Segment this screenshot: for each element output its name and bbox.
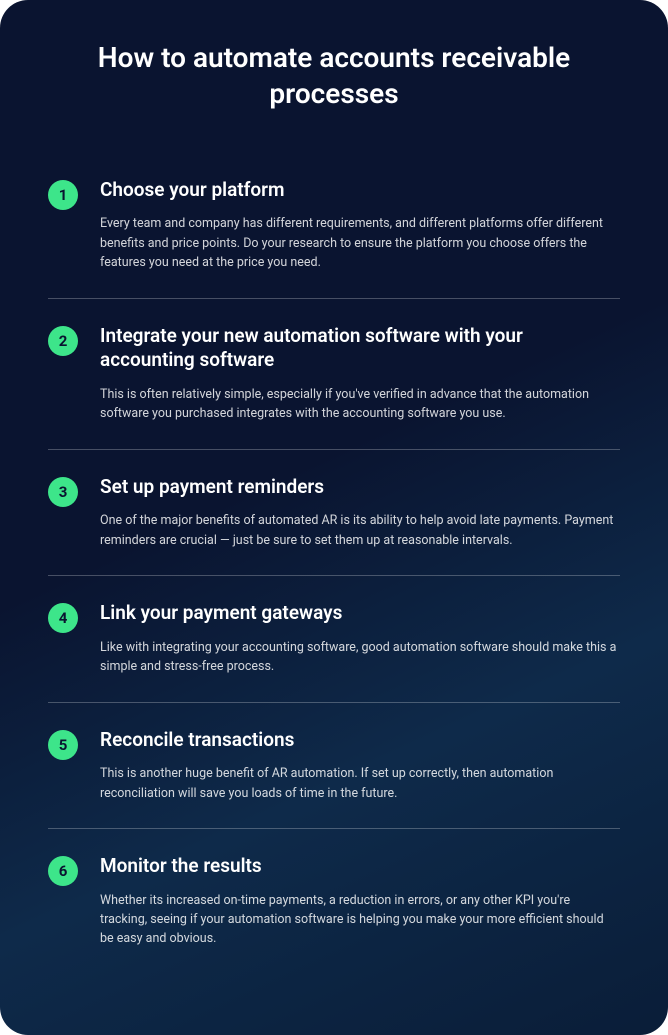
step-description: This is another huge benefit of AR autom… [100,764,620,803]
step-description: Whether its increased on-time payments, … [100,891,620,949]
step-title: Reconcile transactions [100,728,620,753]
step-title: Choose your platform [100,178,620,203]
step-description: This is often relatively simple, especia… [100,385,620,424]
step-item: 3 Set up payment reminders One of the ma… [48,450,620,576]
step-description: Like with integrating your accounting so… [100,638,620,677]
infographic-card: How to automate accounts receivable proc… [0,0,668,1035]
step-content: Reconcile transactions This is another h… [100,728,620,803]
step-content: Integrate your new automation software w… [100,324,620,424]
step-description: One of the major benefits of automated A… [100,511,620,550]
step-number-badge: 2 [48,326,78,356]
page-title: How to automate accounts receivable proc… [48,40,620,113]
step-item: 5 Reconcile transactions This is another… [48,703,620,829]
step-item: 4 Link your payment gateways Like with i… [48,576,620,702]
step-description: Every team and company has different req… [100,214,620,272]
step-number-badge: 1 [48,180,78,210]
step-item: 1 Choose your platform Every team and co… [48,153,620,299]
step-number-badge: 3 [48,477,78,507]
step-title: Integrate your new automation software w… [100,324,620,373]
step-content: Link your payment gateways Like with int… [100,601,620,676]
step-title: Link your payment gateways [100,601,620,626]
step-item: 2 Integrate your new automation software… [48,299,620,450]
step-number-badge: 5 [48,730,78,760]
step-content: Choose your platform Every team and comp… [100,178,620,273]
step-content: Monitor the results Whether its increase… [100,854,620,949]
step-number-badge: 6 [48,856,78,886]
step-item: 6 Monitor the results Whether its increa… [48,829,620,974]
step-title: Monitor the results [100,854,620,879]
step-content: Set up payment reminders One of the majo… [100,475,620,550]
step-title: Set up payment reminders [100,475,620,500]
step-number-badge: 4 [48,603,78,633]
